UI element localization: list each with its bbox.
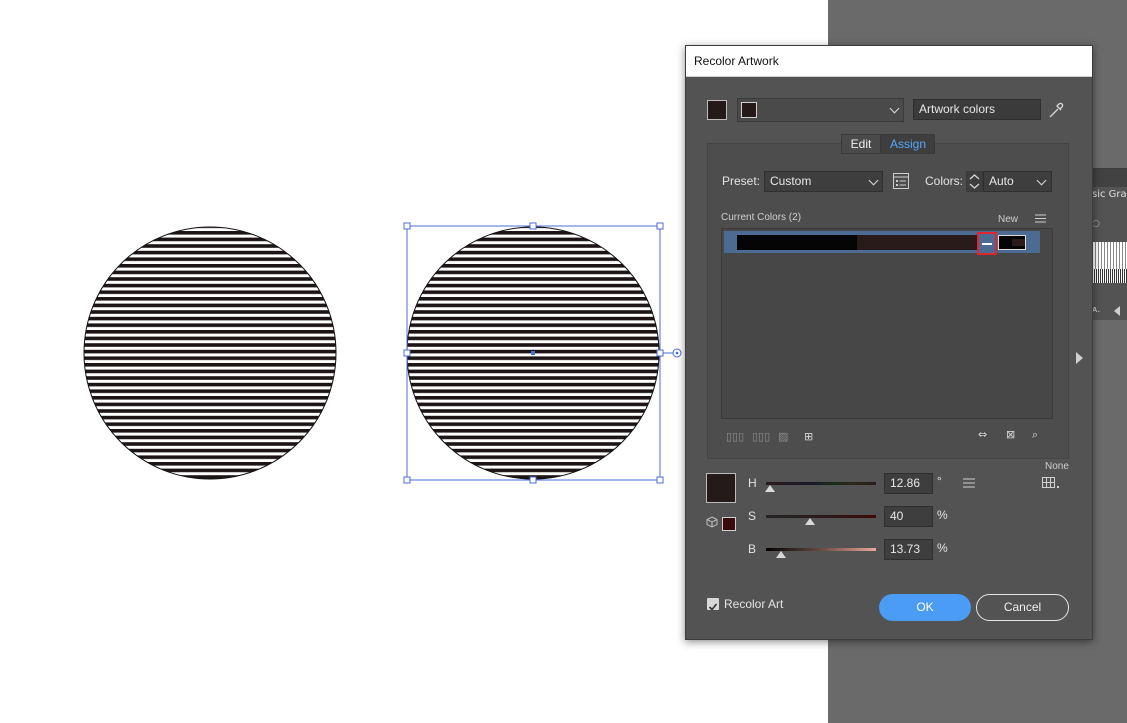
exclude-colors-icon[interactable]: ▨ <box>778 430 788 443</box>
colors-label: Colors: <box>925 174 964 188</box>
tab-edit[interactable]: Edit <box>841 134 881 154</box>
hue-label: H <box>748 476 757 490</box>
striped-circle-left[interactable] <box>83 226 337 480</box>
color-row-selected[interactable] <box>724 231 1040 255</box>
color-group-swatch <box>741 102 757 118</box>
color-mode-grid-icon[interactable] <box>1042 477 1062 489</box>
hue-input[interactable]: 12.86 <box>884 473 933 494</box>
new-color-swatch[interactable] <box>998 235 1026 250</box>
tab-assign[interactable]: Assign <box>881 134 935 154</box>
randomly-change-saturation-icon[interactable]: ⊠ <box>1006 428 1015 441</box>
brightness-label: B <box>748 542 757 556</box>
chevron-down-icon <box>868 175 879 186</box>
center-point <box>531 351 535 355</box>
find-colors-icon[interactable]: ⌕ <box>1032 428 1038 442</box>
panel-footer-glyph: ᴀ. <box>1092 305 1101 315</box>
merge-colors-icon[interactable]: ▯▯▯ <box>726 430 744 443</box>
chevron-down-icon <box>889 103 900 114</box>
fill-color-swatch[interactable] <box>706 473 736 503</box>
recolor-art-label[interactable]: Recolor Art <box>724 597 783 611</box>
handle-middle-left <box>403 349 411 357</box>
color-group-dropdown[interactable] <box>737 98 904 122</box>
current-colors-label: Current Colors (2) <box>721 212 802 223</box>
handle-top-left <box>403 222 411 230</box>
pattern-swatches-row2[interactable] <box>1093 269 1127 283</box>
saturation-slider-track[interactable] <box>766 515 876 518</box>
recolor-artwork-dialog: Recolor Artwork Artwork colors Edit Assi… <box>685 45 1093 640</box>
hue-slider-thumb[interactable] <box>765 485 775 492</box>
separate-colors-icon[interactable]: ▯▯▯ <box>752 430 770 443</box>
stepper-arrows-icon <box>969 174 980 189</box>
list-menu-icon[interactable] <box>1034 213 1047 224</box>
pattern-swatches[interactable] <box>1093 242 1127 270</box>
colors-count-value: Auto <box>989 174 1014 188</box>
handle-middle-right <box>656 349 664 357</box>
cancel-button[interactable]: Cancel <box>976 594 1069 621</box>
new-label: New <box>998 214 1019 225</box>
checkmark-icon <box>708 603 718 611</box>
swatch-libraries-panel[interactable]: sic Grap ○ ᴀ. <box>1090 168 1127 320</box>
none-label: None <box>1045 461 1069 472</box>
preset-dropdown[interactable]: Custom <box>764 171 883 192</box>
app-window: sic Grap ○ ᴀ. Recolor Artwork Artwork co… <box>0 0 1127 723</box>
hue-slider-track[interactable] <box>766 482 876 485</box>
panel-dim-glyph: ○ <box>1092 219 1100 229</box>
dialog-title: Recolor Artwork <box>694 54 779 68</box>
saturation-slider-thumb[interactable] <box>805 518 815 525</box>
preset-label: Preset: <box>722 174 761 188</box>
recolor-art-checkbox[interactable] <box>707 598 719 611</box>
cube-icon[interactable] <box>706 516 718 528</box>
color-assignment-list[interactable] <box>721 228 1053 419</box>
handle-bottom-center <box>529 476 537 484</box>
brightness-slider-thumb[interactable] <box>776 551 786 558</box>
handle-bottom-right <box>656 476 664 484</box>
saturation-input[interactable]: 40 <box>884 506 933 527</box>
chevron-down-icon <box>1036 175 1047 186</box>
randomly-change-order-icon[interactable]: ⇔ <box>978 428 987 441</box>
preset-options-icon[interactable] <box>892 172 910 190</box>
current-color-swatch-2[interactable] <box>857 235 978 250</box>
saturation-unit: % <box>937 508 948 522</box>
colors-stepper[interactable] <box>966 171 983 192</box>
handle-top-right <box>656 222 664 230</box>
saturation-label: S <box>748 509 757 523</box>
panel-prev-icon[interactable] <box>1114 306 1120 316</box>
handle-bottom-left <box>403 476 411 484</box>
do-not-change-toggle[interactable] <box>977 232 997 255</box>
preset-value: Custom <box>770 174 812 188</box>
brightness-unit: % <box>937 541 948 555</box>
hsb-menu-icon[interactable] <box>963 478 975 488</box>
dash-icon <box>982 243 992 245</box>
eyedropper-icon[interactable] <box>1047 101 1065 119</box>
expand-panel-icon[interactable] <box>1076 352 1083 364</box>
hue-unit: ° <box>937 474 942 488</box>
brightness-input[interactable]: 13.73 <box>884 539 933 560</box>
panel-tab-label: sic Grap <box>1092 189 1127 200</box>
current-color-swatch-1[interactable] <box>737 235 857 250</box>
artwork-colors-field[interactable]: Artwork colors <box>913 99 1041 120</box>
ok-button[interactable]: OK <box>879 594 971 621</box>
handle-top-center <box>529 222 537 230</box>
new-row-icon[interactable]: ⊞ <box>804 430 813 443</box>
colors-count-dropdown[interactable]: Auto <box>983 171 1052 192</box>
dialog-titlebar[interactable]: Recolor Artwork <box>686 46 1092 77</box>
panel-tab[interactable] <box>1090 169 1127 187</box>
active-color-swatch[interactable] <box>707 100 727 120</box>
out-of-gamut-swatch[interactable] <box>722 517 736 531</box>
